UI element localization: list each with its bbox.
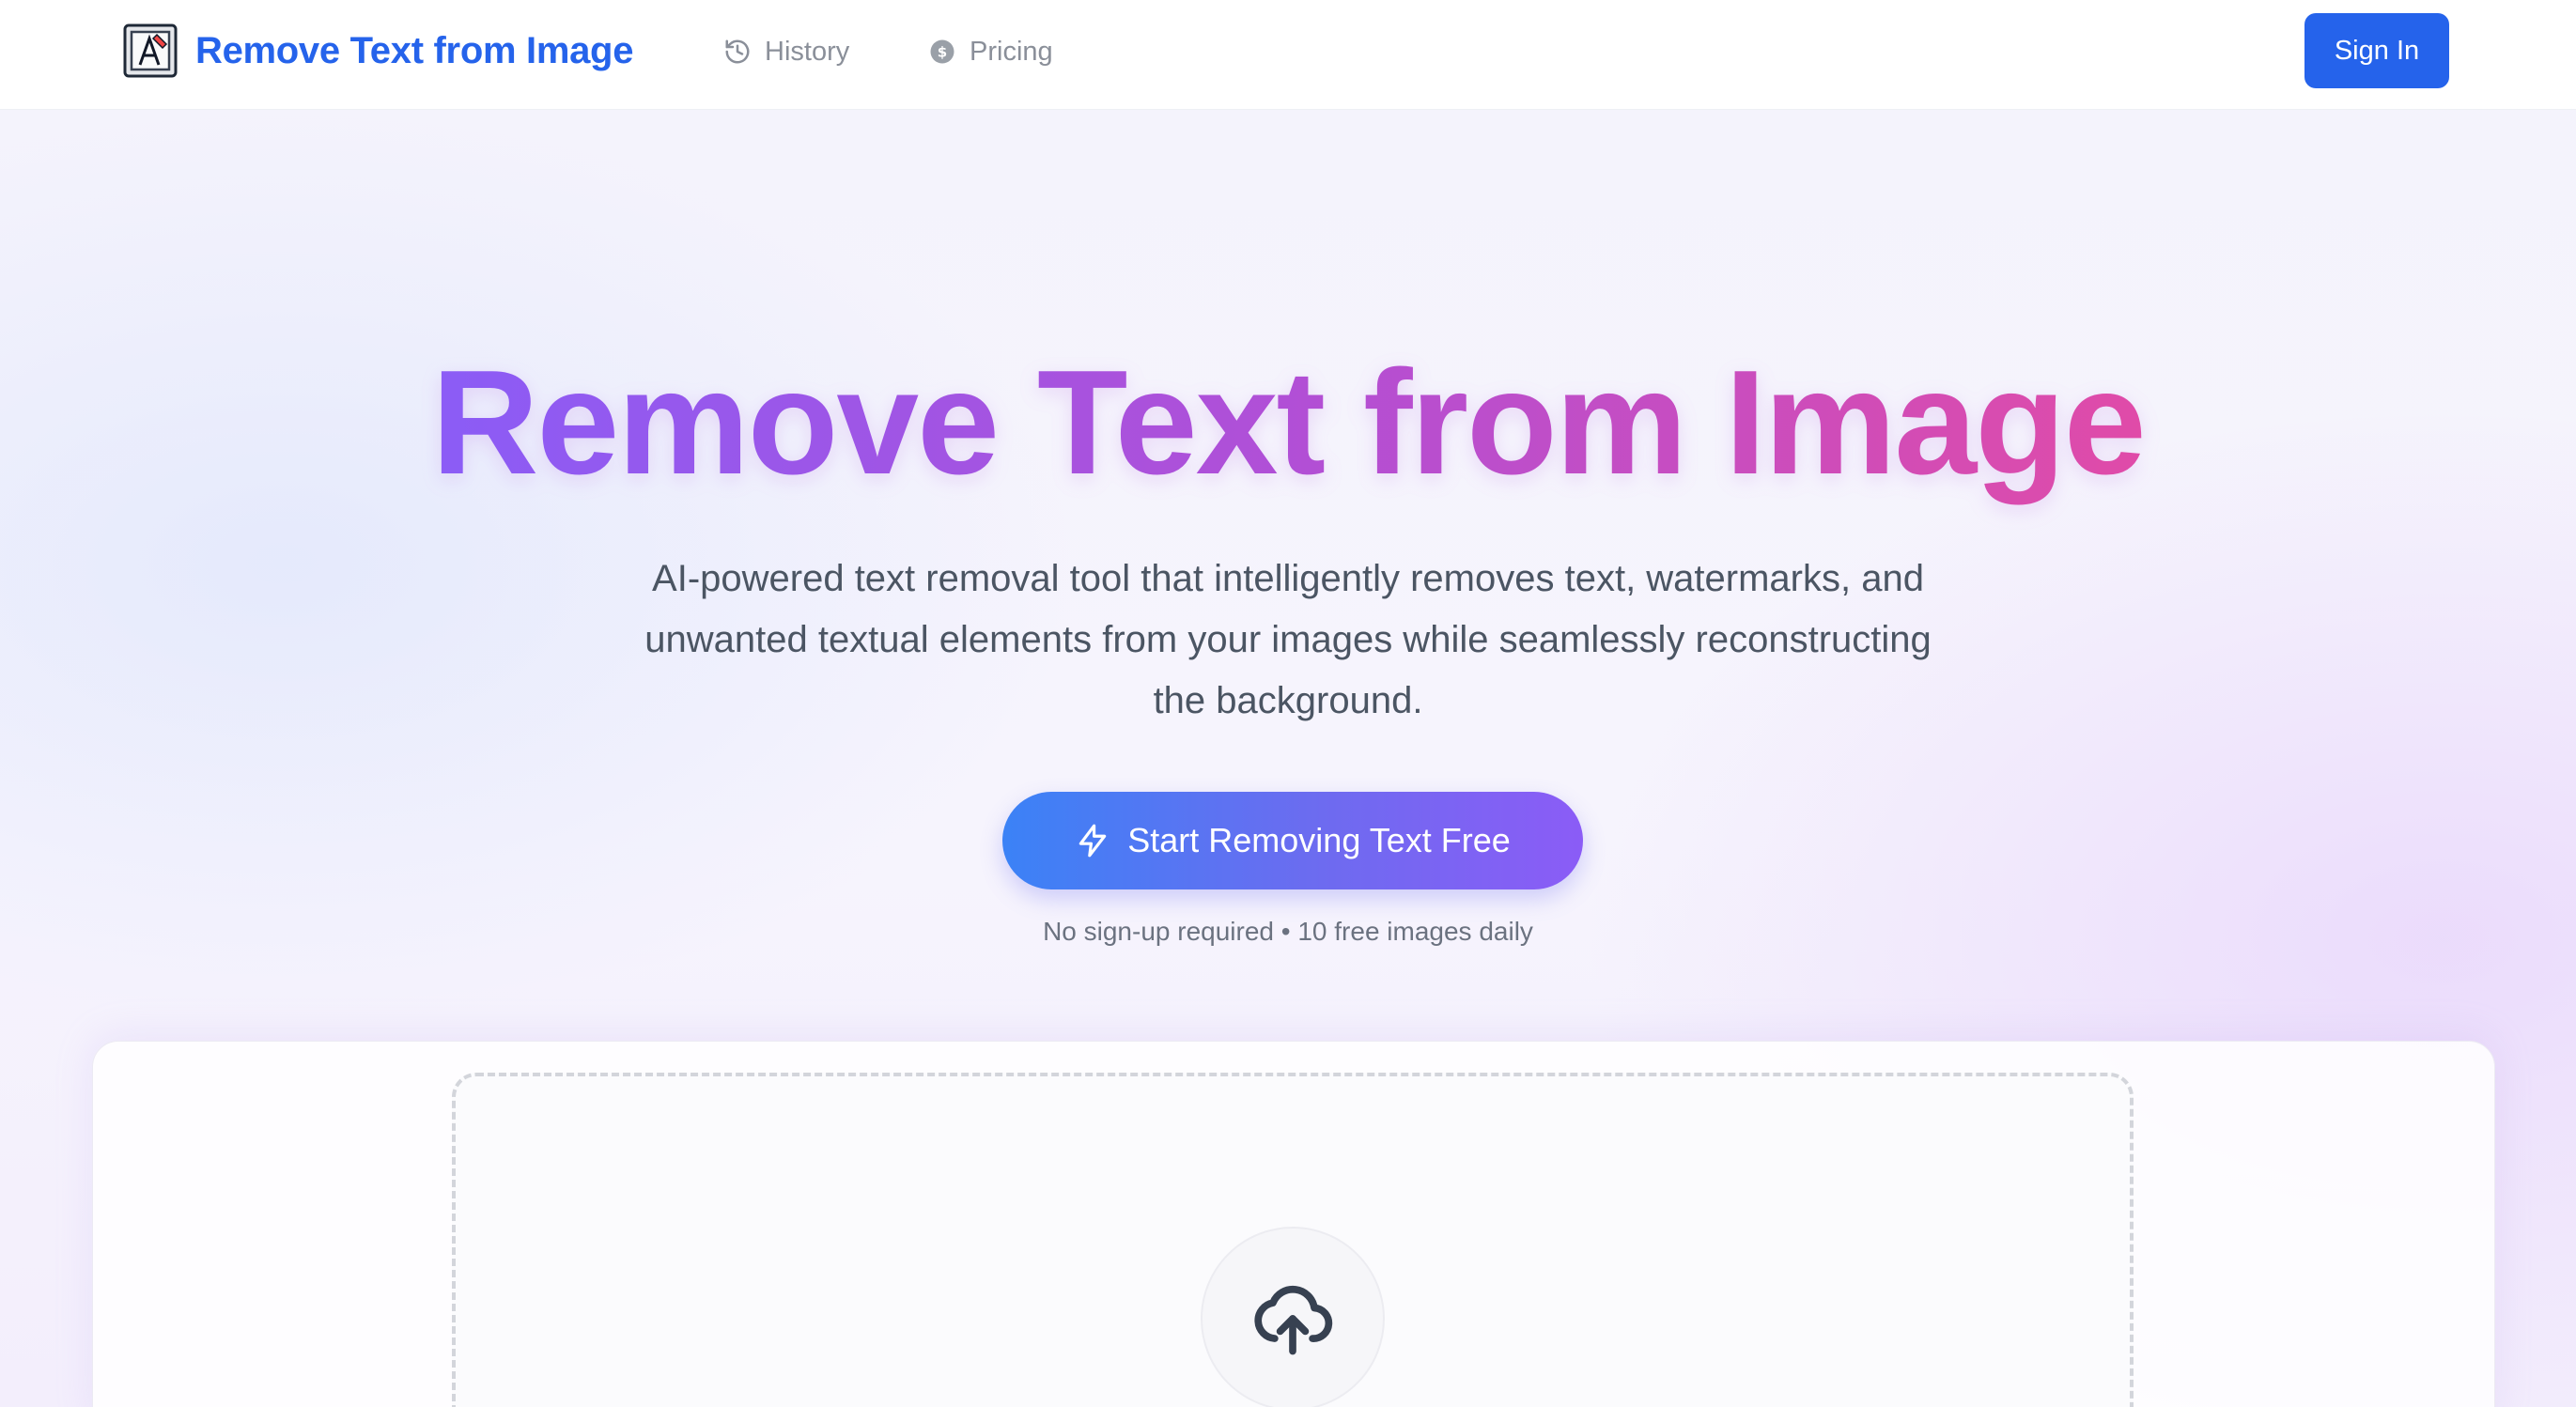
upload-button[interactable] [1201,1227,1385,1407]
cloud-upload-icon [1254,1285,1333,1355]
start-removing-button[interactable]: Start Removing Text Free [1002,792,1583,889]
hero-subtitle-line: unwanted textual elements from your imag… [644,619,1932,660]
top-navbar: Remove Text from Image History $ Pricing… [0,0,2576,110]
start-removing-label: Start Removing Text Free [1127,821,1511,859]
hero-title-text: Remove Text from Image [431,340,2146,505]
coin-icon: $ [930,39,954,64]
lightning-icon [1079,824,1107,858]
nav-pricing-label: Pricing [970,36,1053,67]
page: Remove Text from Image History $ Pricing… [0,0,2576,1407]
brand-name[interactable]: Remove Text from Image [195,26,633,75]
hero-title: Remove Text from Image [0,338,2576,507]
svg-text:$: $ [938,44,947,61]
history-icon [725,39,750,64]
logo-icon[interactable] [123,23,178,78]
sign-in-button[interactable]: Sign In [2304,13,2449,88]
nav-pricing[interactable]: $ Pricing [928,28,1053,75]
nav-history-label: History [765,36,850,67]
hero-subtitle-line: the background. [1153,680,1423,721]
hero-subtitle-line: AI-powered text removal tool that intell… [652,558,1924,599]
hero-subtitle: AI-powered text removal tool that intell… [536,549,2040,732]
cta-note: No sign-up required • 10 free images dai… [1043,917,1533,946]
nav-history[interactable]: History [723,28,849,75]
